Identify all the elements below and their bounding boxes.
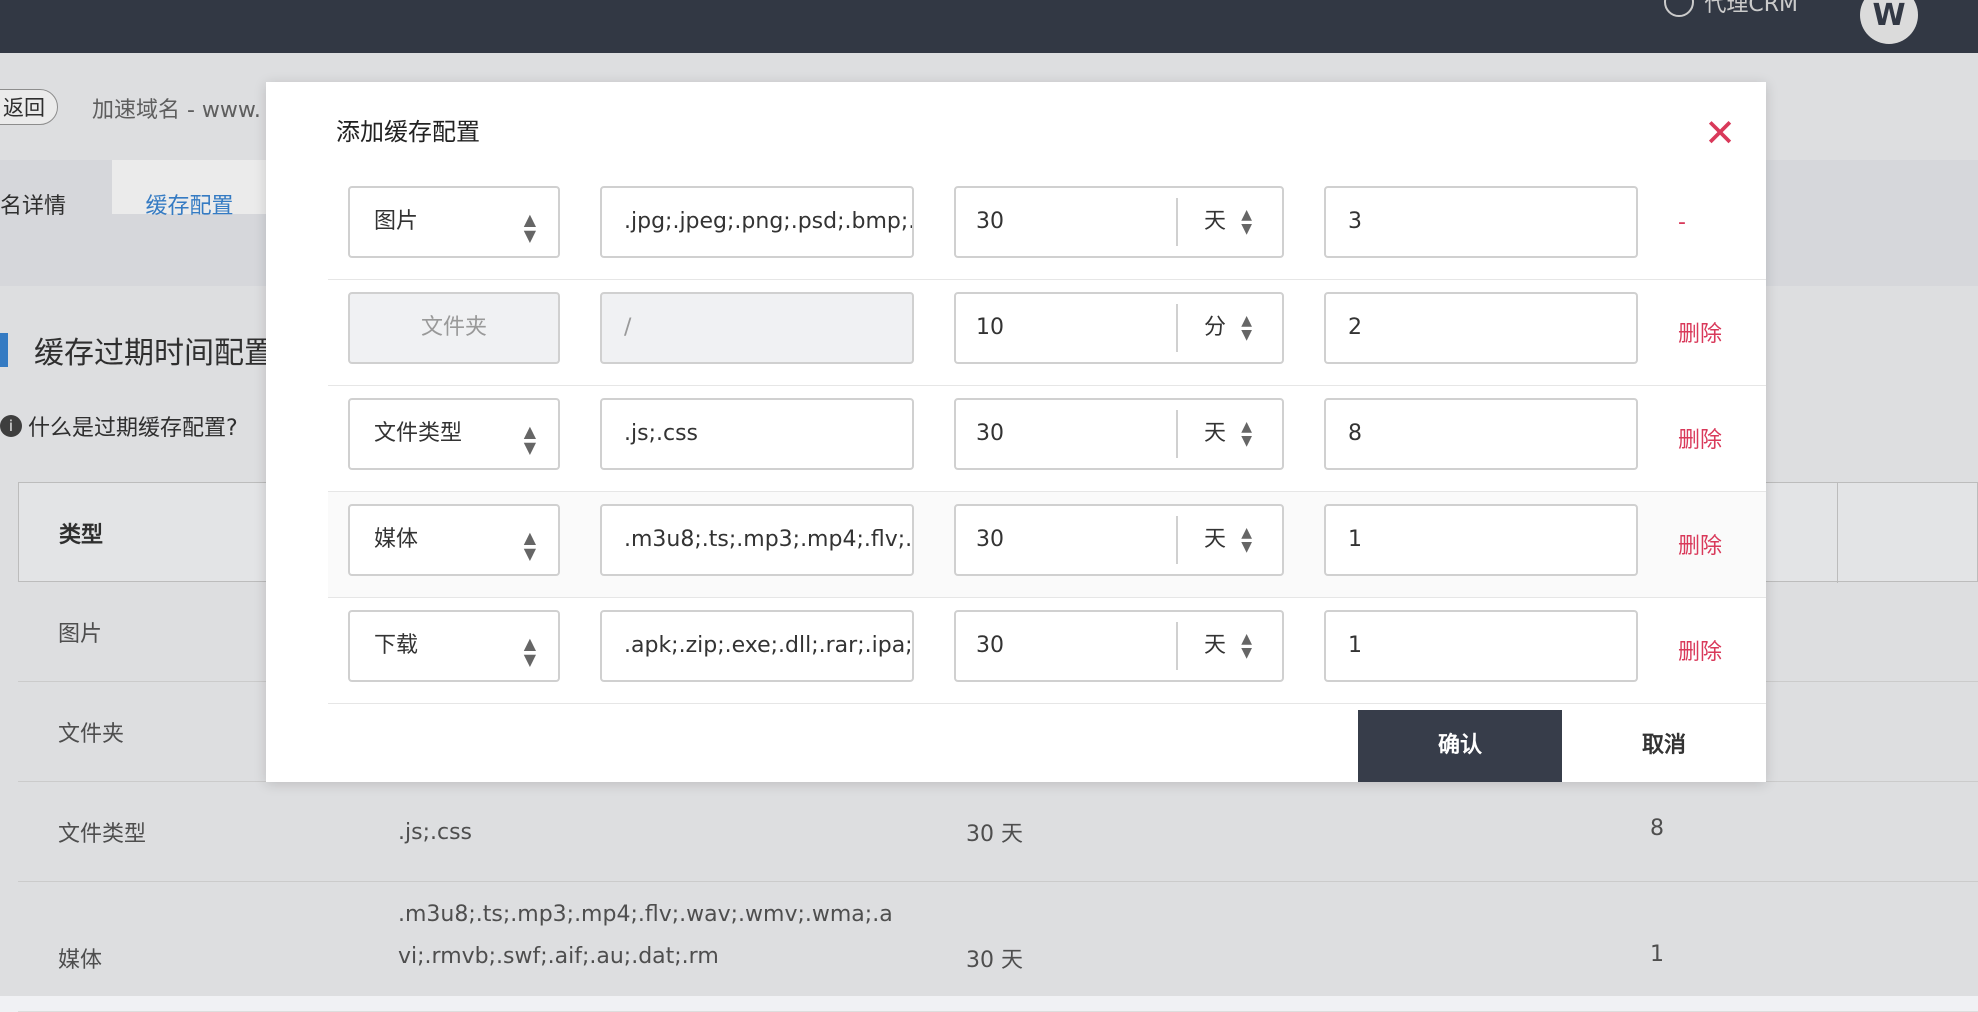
config-row: 文件类型 ▲ ▼ .js;.css 30 天 ▲ ▼ 8 删除 [328, 386, 1766, 492]
select-arrows-icon: ▲ ▼ [523, 528, 536, 563]
extension-input[interactable]: .js;.css [600, 398, 914, 470]
extension-input[interactable]: .apk;.zip;.exe;.dll;.rar;.ipa;.deb [600, 610, 914, 682]
type-select[interactable]: 下载 ▲ ▼ [348, 610, 560, 682]
config-row: 文件夹 / 10 分 ▲ ▼ 2 删除 [328, 280, 1766, 386]
priority-input[interactable]: 2 [1324, 292, 1638, 364]
select-arrows-icon: ▲ ▼ [1241, 313, 1252, 343]
delete-button[interactable]: 删除 [1678, 422, 1722, 454]
priority-input[interactable]: 8 [1324, 398, 1638, 470]
delete-button[interactable]: 删除 [1678, 316, 1722, 348]
add-cache-config-dialog: 添加缓存配置 ✕ 图片 ▲ ▼ .jpg;.jpeg;.png;.psd;.bmp… [266, 82, 1766, 782]
expire-time-input[interactable]: 30 天 ▲ ▼ [954, 504, 1284, 576]
type-select[interactable]: 文件类型 ▲ ▼ [348, 398, 560, 470]
type-select[interactable]: 图片 ▲ ▼ [348, 186, 560, 258]
select-arrows-icon: ▲ ▼ [523, 210, 536, 245]
remove-row-button[interactable]: - [1678, 210, 1686, 235]
type-select: 文件夹 [348, 292, 560, 364]
select-arrows-icon: ▲ ▼ [1241, 525, 1252, 555]
unit-select[interactable]: 天 ▲ ▼ [1176, 622, 1276, 670]
delete-button[interactable]: 删除 [1678, 528, 1722, 560]
extension-input: / [600, 292, 914, 364]
confirm-button[interactable]: 确认 [1358, 710, 1562, 782]
cancel-button[interactable]: 取消 [1562, 710, 1766, 782]
priority-input[interactable]: 1 [1324, 504, 1638, 576]
config-row: 图片 ▲ ▼ .jpg;.jpeg;.png;.psd;.bmp;.gif 30 … [328, 174, 1766, 280]
config-row: 下载 ▲▼ .apk;.zip;.exe;.dll;.rar;.ipa;.deb… [328, 598, 1766, 704]
expire-time-input[interactable]: 10 分 ▲ ▼ [954, 292, 1284, 364]
priority-input[interactable]: 1 [1324, 610, 1638, 682]
extension-input[interactable]: .m3u8;.ts;.mp3;.mp4;.flv;.wav [600, 504, 914, 576]
expire-time-input[interactable]: 30 天 ▲ ▼ [954, 186, 1284, 258]
priority-input[interactable]: 3 [1324, 186, 1638, 258]
config-row: 媒体 ▲▼ .m3u8;.ts;.mp3;.mp4;.flv;.wav 30 天… [328, 492, 1766, 598]
unit-select[interactable]: 分 ▲ ▼ [1176, 304, 1276, 352]
type-select[interactable]: 媒体 ▲ ▼ [348, 504, 560, 576]
select-arrows-icon: ▲ ▼ [523, 422, 536, 457]
select-arrows-icon: ▲ ▼ [1241, 207, 1252, 237]
extension-input[interactable]: .jpg;.jpeg;.png;.psd;.bmp;.gif [600, 186, 914, 258]
select-arrows-icon: ▲ ▼ [1241, 631, 1252, 661]
delete-button[interactable]: 删除 [1678, 634, 1722, 666]
expire-time-input[interactable]: 30 天 ▲ ▼ [954, 610, 1284, 682]
unit-select[interactable]: 天 ▲ ▼ [1176, 516, 1276, 564]
unit-select[interactable]: 天 ▲ ▼ [1176, 198, 1276, 246]
select-arrows-icon: ▲ ▼ [523, 634, 536, 669]
dialog-title: 添加缓存配置 [336, 118, 480, 146]
expire-time-input[interactable]: 30 天 ▲ ▼ [954, 398, 1284, 470]
close-icon[interactable]: ✕ [1704, 114, 1736, 152]
unit-select[interactable]: 天 ▲ ▼ [1176, 410, 1276, 458]
select-arrows-icon: ▲ ▼ [1241, 419, 1252, 449]
